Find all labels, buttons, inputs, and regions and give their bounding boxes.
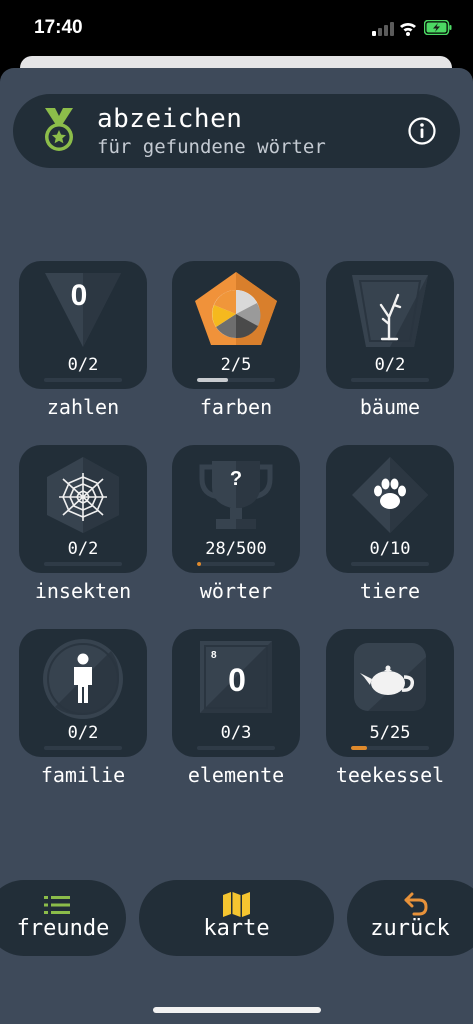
- badge-elemente-label: elemente: [187, 763, 285, 787]
- badge-teekessel-progress: [351, 746, 429, 750]
- list-icon: [44, 896, 70, 914]
- bare-tree-icon: [352, 275, 428, 347]
- battery-icon: [424, 20, 452, 35]
- back-arrow-icon: [404, 892, 428, 916]
- map-icon: [223, 892, 250, 917]
- teapot-icon: [354, 643, 426, 711]
- badge-woerter-progress: [197, 562, 275, 566]
- badge-insekten[interactable]: 0/2: [19, 445, 147, 573]
- badge-baeume-progress: [351, 378, 429, 382]
- badge-insekten-label: insekten: [34, 579, 132, 603]
- wifi-icon: [400, 22, 416, 36]
- badge-familie-progress: [44, 746, 122, 750]
- badge-farben[interactable]: 2/5: [172, 261, 300, 389]
- badge-elemente-atomic-number: 8: [211, 650, 217, 661]
- badge-familie-count: 0/2: [67, 723, 99, 743]
- badge-zahlen-label: zahlen: [46, 395, 120, 419]
- badge-zahlen[interactable]: 0 0/2: [19, 261, 147, 389]
- badge-zahlen-count: 0/2: [67, 355, 99, 375]
- badge-tiere-progress: [351, 562, 429, 566]
- badge-elemente[interactable]: 8 0 0/3: [172, 629, 300, 757]
- badge-elemente-progress: [197, 746, 275, 750]
- status-bar: 17:40: [0, 0, 473, 58]
- page-title: abzeichen: [97, 104, 243, 134]
- medal-icon: [45, 108, 73, 151]
- badge-baeume-label: bäume: [359, 395, 421, 419]
- karte-label: karte: [203, 916, 270, 941]
- paw-icon: [352, 457, 428, 533]
- header-bar: abzeichen für gefundene wörter: [13, 94, 460, 168]
- home-indicator: [153, 1007, 321, 1013]
- badge-familie[interactable]: 0/2: [19, 629, 147, 757]
- person-icon: [43, 639, 123, 719]
- freunde-button[interactable]: freunde: [0, 880, 126, 956]
- badge-farben-label: farben: [199, 395, 273, 419]
- info-icon[interactable]: [407, 116, 437, 146]
- color-wheel-pentagon-icon: [195, 272, 277, 345]
- karte-button[interactable]: karte: [139, 880, 334, 956]
- zurueck-button[interactable]: zurück: [347, 880, 473, 956]
- badge-insekten-count: 0/2: [67, 539, 99, 559]
- zurueck-label: zurück: [370, 916, 450, 941]
- badge-tiere-count: 0/10: [369, 539, 411, 559]
- status-time: 17:40: [34, 17, 83, 38]
- badge-familie-label: familie: [40, 763, 126, 787]
- badge-baeume-count: 0/2: [374, 355, 406, 375]
- badge-insekten-progress: [44, 562, 122, 566]
- badge-teekessel[interactable]: 5/25: [326, 629, 454, 757]
- badge-woerter-symbol: ?: [230, 468, 242, 490]
- signal-icon: [372, 22, 394, 36]
- badge-woerter-count: 28/500: [205, 539, 267, 559]
- badge-woerter[interactable]: ? 28/500: [172, 445, 300, 573]
- badge-woerter-label: wörter: [199, 579, 273, 603]
- number-triangle-icon: 0: [45, 273, 121, 347]
- trophy-icon: ?: [199, 461, 273, 529]
- badge-tiere-label: tiere: [359, 579, 421, 603]
- freunde-label: freunde: [16, 916, 110, 941]
- badge-farben-count: 2/5: [220, 355, 252, 375]
- badge-tiere[interactable]: 0/10: [326, 445, 454, 573]
- element-tile-icon: 8 0: [200, 641, 272, 713]
- badge-zahlen-progress: [44, 378, 122, 382]
- spider-web-icon: [47, 457, 119, 533]
- page-subtitle: für gefundene wörter: [97, 136, 326, 158]
- badges-screen: abzeichen für gefundene wörter 0 0/2 zah…: [0, 68, 473, 1024]
- badge-teekessel-label: teekessel: [335, 763, 445, 787]
- badge-elemente-count: 0/3: [220, 723, 252, 743]
- badge-baeume[interactable]: 0/2: [326, 261, 454, 389]
- badge-teekessel-count: 5/25: [369, 723, 411, 743]
- badge-farben-progress: [197, 378, 275, 382]
- badge-elemente-symbol: 0: [228, 662, 246, 698]
- badge-zahlen-symbol: 0: [71, 279, 88, 312]
